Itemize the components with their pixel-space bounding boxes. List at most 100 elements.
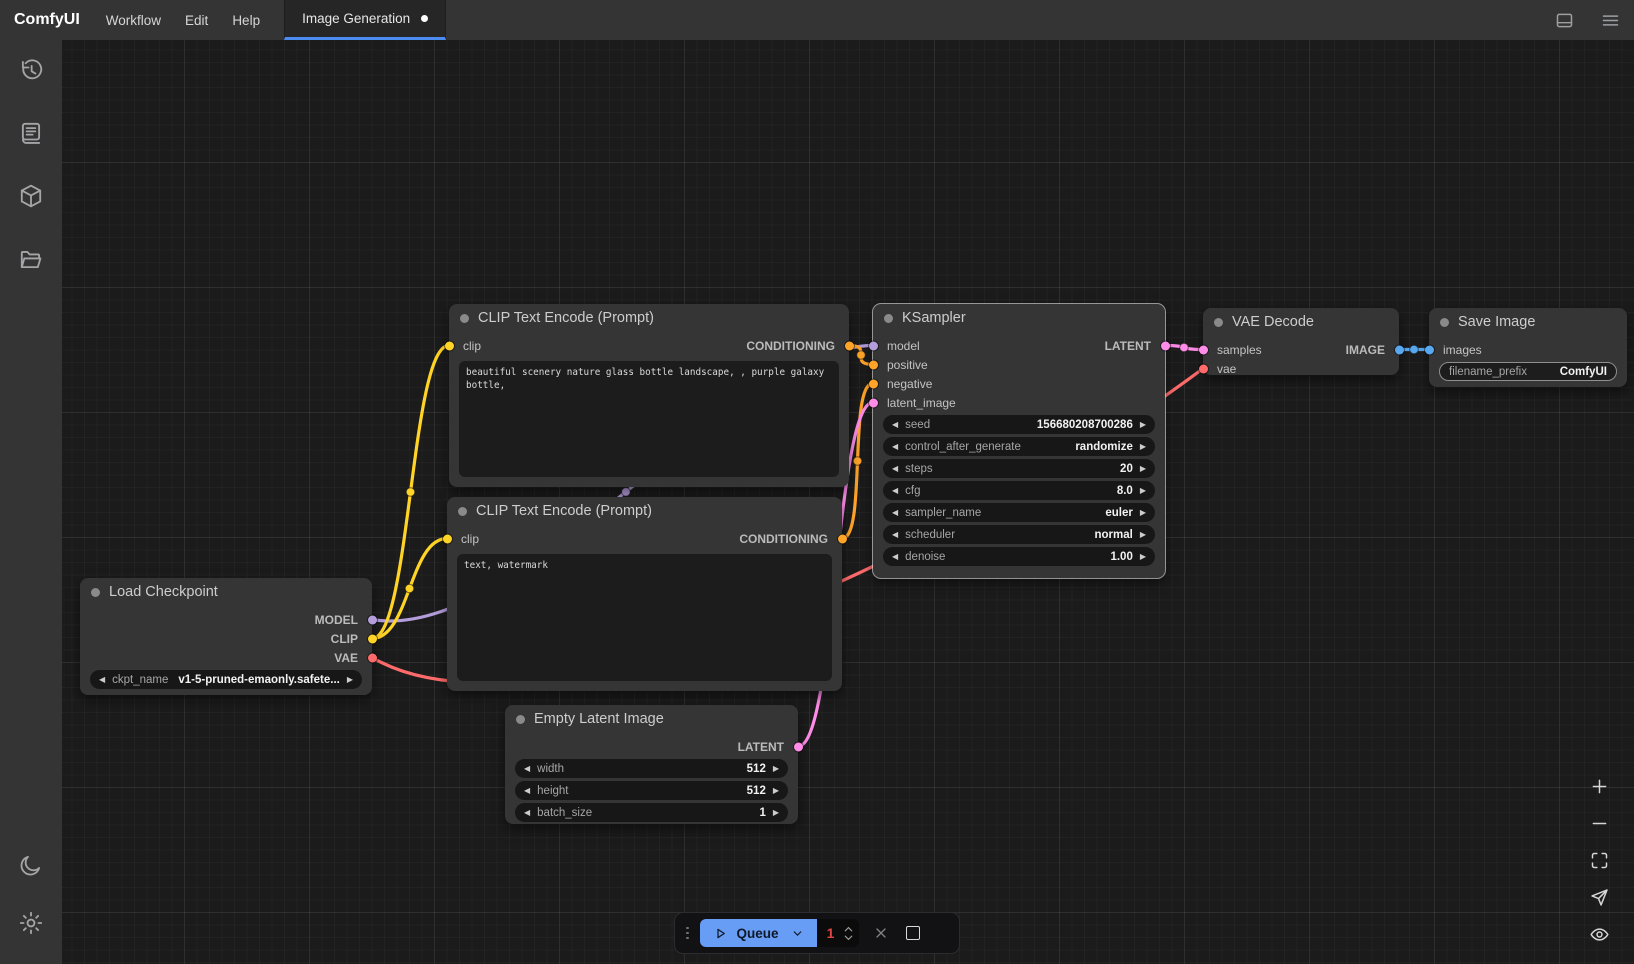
prompt-textarea[interactable]: text, watermark [457,554,832,681]
widget-steps[interactable]: ◀steps20▶ [883,459,1155,478]
increment-arrow-icon[interactable]: ▶ [1140,553,1146,561]
widget-seed[interactable]: ◀seed156680208700286▶ [883,415,1155,434]
decrement-arrow-icon[interactable]: ◀ [892,465,898,473]
decrement-arrow-icon[interactable]: ◀ [892,553,898,561]
chevron-down-icon[interactable] [843,934,854,942]
increment-arrow-icon[interactable]: ▶ [773,787,779,795]
increment-arrow-icon[interactable]: ▶ [1140,443,1146,451]
increment-arrow-icon[interactable]: ▶ [1140,465,1146,473]
sidebar-settings-icon[interactable] [14,906,48,940]
widget-denoise[interactable]: ◀denoise1.00▶ [883,547,1155,566]
widget-control_after_generate[interactable]: ◀control_after_generaterandomize▶ [883,437,1155,456]
increment-arrow-icon[interactable]: ▶ [1140,531,1146,539]
decrement-arrow-icon[interactable]: ◀ [892,487,898,495]
sidebar-history-icon[interactable] [14,53,48,87]
collapse-dot[interactable] [1440,318,1449,327]
workflow-tab[interactable]: Image Generation [284,0,446,40]
node-clip-positive[interactable]: CLIP Text Encode (Prompt)clipCONDITIONIN… [449,304,849,487]
node-empty-latent[interactable]: Empty Latent ImageLATENT◀width512▶◀heigh… [505,705,798,824]
input-slot-dot-latent_image[interactable] [869,398,878,407]
decrement-arrow-icon[interactable]: ◀ [524,809,530,817]
node-header[interactable]: Save Image [1429,308,1627,336]
node-ksampler[interactable]: KSamplermodelLATENTpositivenegativelaten… [873,304,1165,578]
widget-width[interactable]: ◀width512▶ [515,759,788,778]
output-slot-dot-VAE[interactable] [368,653,377,662]
drag-handle[interactable] [686,927,689,940]
input-slot-dot-samples[interactable] [1199,345,1208,354]
batch-count-input[interactable]: 1 [817,919,859,947]
zoom-in-icon[interactable] [1588,775,1611,798]
decrement-arrow-icon[interactable]: ◀ [892,421,898,429]
widget-batch_size[interactable]: ◀batch_size1▶ [515,803,788,822]
node-save-image[interactable]: Save Imageimagesfilename_prefixComfyUI [1429,308,1627,387]
node-load-checkpoint[interactable]: Load CheckpointMODELCLIPVAE◀ckpt_namev1-… [80,578,372,695]
sidebar-model-library-icon[interactable] [14,179,48,213]
output-slot-dot-LATENT[interactable] [1161,341,1170,350]
node-header[interactable]: Load Checkpoint [80,578,372,606]
node-vae-decode[interactable]: VAE DecodesamplesIMAGEvae [1203,308,1399,375]
output-slot-dot-LATENT[interactable] [794,742,803,751]
node-header[interactable]: CLIP Text Encode (Prompt) [449,304,849,332]
input-slot-dot-negative[interactable] [869,379,878,388]
output-slot-dot-CONDITIONING[interactable] [838,534,847,543]
node-clip-negative[interactable]: CLIP Text Encode (Prompt)clipCONDITIONIN… [447,497,842,691]
panel-bottom-icon[interactable] [1552,8,1576,32]
input-slot-dot-images[interactable] [1425,345,1434,354]
increment-arrow-icon[interactable]: ▶ [1140,421,1146,429]
stop-button[interactable] [906,926,920,940]
input-slot-dot-clip[interactable] [443,534,452,543]
widget-height[interactable]: ◀height512▶ [515,781,788,800]
decrement-arrow-icon[interactable]: ◀ [524,765,530,773]
increment-arrow-icon[interactable]: ▶ [773,809,779,817]
node-canvas[interactable] [62,40,1634,964]
decrement-arrow-icon[interactable]: ◀ [524,787,530,795]
widget-sampler_name[interactable]: ◀sampler_nameeuler▶ [883,503,1155,522]
node-header[interactable]: VAE Decode [1203,308,1399,336]
input-slot-dot-vae[interactable] [1199,364,1208,373]
prompt-textarea[interactable]: beautiful scenery nature glass bottle la… [459,361,839,477]
menu-edit[interactable]: Edit [173,0,220,40]
toggle-link-visibility-icon[interactable] [1588,923,1611,946]
input-slot-dot-positive[interactable] [869,360,878,369]
output-slot-dot-CLIP[interactable] [368,634,377,643]
input-slot-dot-model[interactable] [869,341,878,350]
collapse-dot[interactable] [884,314,893,323]
increment-arrow-icon[interactable]: ▶ [347,676,353,684]
widget-filename_prefix[interactable]: filename_prefixComfyUI [1439,362,1617,381]
node-header[interactable]: Empty Latent Image [505,705,798,733]
decrement-arrow-icon[interactable]: ◀ [99,676,105,684]
increment-arrow-icon[interactable]: ▶ [773,765,779,773]
widget-cfg[interactable]: ◀cfg8.0▶ [883,481,1155,500]
widget-scheduler[interactable]: ◀schedulernormal▶ [883,525,1155,544]
select-mode-icon[interactable] [1588,886,1611,909]
clear-queue-button[interactable] [873,925,889,941]
input-slot-dot-clip[interactable] [445,341,454,350]
chevron-up-icon[interactable] [843,925,854,933]
fit-view-icon[interactable] [1588,849,1611,872]
increment-arrow-icon[interactable]: ▶ [1140,487,1146,495]
sidebar-workflows-icon[interactable] [14,242,48,276]
collapse-dot[interactable] [458,507,467,516]
decrement-arrow-icon[interactable]: ◀ [892,509,898,517]
zoom-out-icon[interactable] [1588,812,1611,835]
batch-count-stepper[interactable] [843,925,854,942]
queue-button[interactable]: Queue [700,919,817,947]
output-slot-dot-MODEL[interactable] [368,615,377,624]
widget-ckpt_name[interactable]: ◀ckpt_namev1-5-pruned-emaonly.safete...▶ [90,670,362,689]
output-slot-dot-CONDITIONING[interactable] [845,341,854,350]
node-header[interactable]: CLIP Text Encode (Prompt) [447,497,842,525]
menu-icon[interactable] [1598,8,1622,32]
sidebar-node-library-icon[interactable] [14,116,48,150]
decrement-arrow-icon[interactable]: ◀ [892,531,898,539]
node-header[interactable]: KSampler [873,304,1165,332]
increment-arrow-icon[interactable]: ▶ [1140,509,1146,517]
sidebar-theme-toggle-icon[interactable] [14,848,48,882]
collapse-dot[interactable] [516,715,525,724]
menu-workflow[interactable]: Workflow [94,0,173,40]
collapse-dot[interactable] [91,588,100,597]
output-slot-dot-IMAGE[interactable] [1395,345,1404,354]
collapse-dot[interactable] [460,314,469,323]
menu-help[interactable]: Help [220,0,272,40]
collapse-dot[interactable] [1214,318,1223,327]
decrement-arrow-icon[interactable]: ◀ [892,443,898,451]
